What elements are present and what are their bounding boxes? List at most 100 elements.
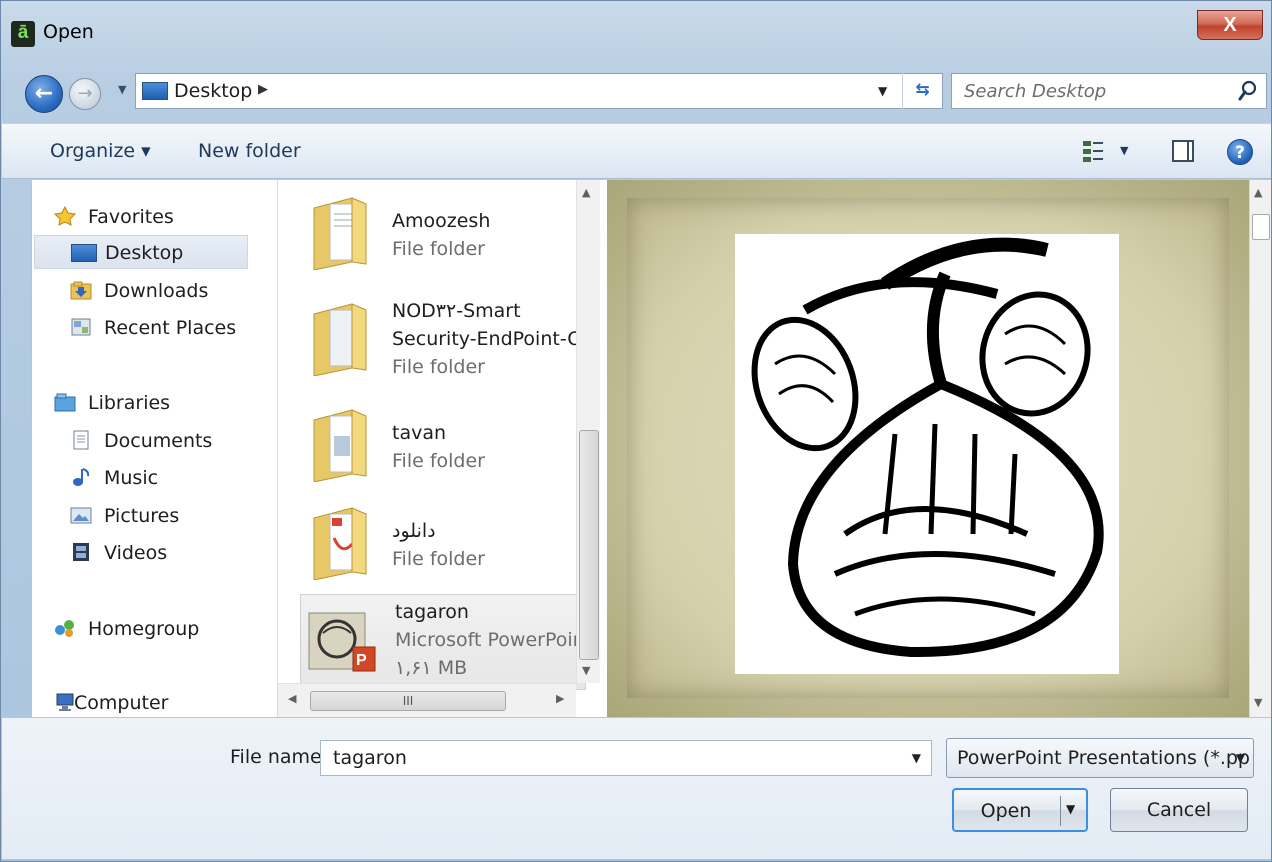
view-options-icon[interactable]: [1082, 139, 1104, 163]
libraries-icon: [54, 393, 76, 412]
list-item[interactable]: NOD۳۲-Smart Security-EndPoint-Of File fo…: [298, 286, 589, 382]
organize-button[interactable]: Organize ▾: [50, 140, 151, 162]
back-button[interactable]: ←: [25, 75, 63, 113]
open-button[interactable]: Open ▼: [952, 788, 1088, 832]
search-input[interactable]: [962, 78, 1222, 104]
list-item[interactable]: P tagaron Microsoft PowerPoint ۱,۶۱ MB: [300, 594, 592, 690]
desktop-icon: [71, 244, 97, 262]
file-size: ۱,۶۱ MB: [395, 657, 468, 679]
scroll-down-icon[interactable]: ▼: [1254, 696, 1262, 709]
sidebar-item-recent-places[interactable]: Recent Places: [34, 311, 248, 345]
breadcrumb-desktop[interactable]: Desktop: [174, 80, 252, 102]
sidebar-item-label: Homegroup: [88, 618, 200, 640]
scroll-thumb[interactable]: III: [310, 691, 506, 711]
preview-pane-toggle-icon[interactable]: [1172, 140, 1194, 162]
sidebar-item-downloads[interactable]: Downloads: [34, 274, 248, 308]
close-button[interactable]: X: [1197, 10, 1263, 40]
sidebar-item-label: Downloads: [104, 280, 209, 302]
file-list: Amoozesh File folder NOD۳۲-Smart Securit…: [277, 180, 607, 717]
navigation-pane: Favorites Desktop Downloads Recent Place…: [31, 180, 277, 717]
file-name-input[interactable]: [331, 746, 891, 770]
sidebar-item-music[interactable]: Music: [34, 461, 248, 495]
dialog-title: Open: [43, 21, 94, 43]
app-icon: ā: [11, 21, 35, 47]
recent-places-icon: [71, 318, 91, 336]
music-icon: [73, 468, 90, 486]
help-icon[interactable]: ?: [1227, 139, 1253, 165]
scroll-up-icon[interactable]: ▲: [582, 186, 590, 199]
address-bar[interactable]: Desktop ▶ ▼ ⇆: [135, 73, 943, 109]
pictures-icon: [70, 507, 92, 524]
arrow-right-icon: →: [77, 83, 93, 104]
file-name: tagaron: [395, 601, 469, 623]
recent-pages-dropdown[interactable]: ▼: [118, 83, 132, 99]
list-item[interactable]: دانلود File folder: [298, 490, 576, 586]
title-bar: ā Open X: [1, 1, 1271, 65]
file-name: tavan: [392, 422, 447, 444]
sidebar-item-label: Recent Places: [104, 317, 237, 339]
powerpoint-file-icon: P: [308, 612, 376, 672]
open-options-dropdown[interactable]: ▼: [1066, 802, 1075, 816]
file-list-hscrollbar[interactable]: ◀ III ▶: [278, 683, 576, 717]
split-divider: [1060, 796, 1061, 826]
preview-scrollbar[interactable]: ▲ ▼: [1249, 180, 1271, 717]
sidebar-item-documents[interactable]: Documents: [34, 424, 248, 458]
sidebar-item-libraries[interactable]: Libraries: [50, 386, 264, 420]
scroll-thumb[interactable]: [579, 430, 599, 660]
new-folder-button[interactable]: New folder: [198, 140, 301, 162]
chevron-down-icon[interactable]: ▼: [878, 84, 887, 98]
sidebar-item-favorites[interactable]: Favorites: [50, 200, 264, 234]
open-button-label: Open: [980, 800, 1032, 822]
arrow-left-icon: ←: [34, 81, 54, 106]
folder-icon: [313, 507, 367, 580]
folder-icon: [313, 197, 367, 270]
sidebar-item-computer[interactable]: Computer: [50, 686, 264, 717]
search-icon[interactable]: [1238, 80, 1258, 102]
forward-button[interactable]: →: [69, 78, 101, 110]
file-type: Microsoft PowerPoint: [395, 629, 593, 651]
sidebar-item-homegroup[interactable]: Homegroup: [50, 612, 264, 646]
file-list-scrollbar[interactable]: ▲ ▼: [576, 180, 600, 683]
sidebar-item-desktop[interactable]: Desktop: [34, 235, 248, 269]
preview-pane: [607, 180, 1249, 717]
file-name-combo[interactable]: ▼: [320, 740, 932, 776]
sidebar-item-pictures[interactable]: Pictures: [34, 499, 248, 533]
file-type: File folder: [392, 450, 485, 472]
scroll-thumb[interactable]: [1252, 214, 1270, 240]
sidebar-item-label: Favorites: [88, 206, 174, 228]
scroll-left-icon[interactable]: ◀: [288, 692, 296, 705]
scroll-up-icon[interactable]: ▲: [1254, 186, 1262, 199]
chevron-down-icon: ▼: [1235, 751, 1245, 765]
file-type: File folder: [392, 548, 485, 570]
open-dialog: ā Open X ← → ▼ Desktop ▶ ▼ ⇆ Organize ▾ …: [0, 0, 1272, 862]
folder-icon: [313, 409, 367, 482]
view-options-dropdown[interactable]: ▼: [1120, 144, 1128, 157]
sidebar-item-label: Videos: [104, 542, 168, 564]
file-type: File folder: [392, 238, 485, 260]
file-name-label: File name:: [230, 746, 329, 768]
cancel-button[interactable]: Cancel: [1110, 788, 1248, 832]
chevron-right-icon[interactable]: ▶: [258, 82, 268, 97]
desktop-icon: [142, 82, 168, 100]
search-box[interactable]: [951, 73, 1267, 109]
svg-text:P: P: [356, 652, 367, 669]
chevron-down-icon[interactable]: ▼: [912, 751, 921, 765]
scroll-right-icon[interactable]: ▶: [556, 692, 564, 705]
computer-icon: [56, 693, 74, 711]
cancel-button-label: Cancel: [1146, 799, 1212, 821]
file-name: دانلود: [392, 520, 436, 542]
list-item[interactable]: tavan File folder: [298, 392, 576, 488]
file-type-value: PowerPoint Presentations (*.pp: [957, 747, 1250, 769]
scroll-down-icon[interactable]: ▼: [582, 664, 590, 677]
refresh-button[interactable]: ⇆: [902, 73, 942, 109]
sidebar-item-label: Pictures: [104, 505, 180, 527]
file-type-select[interactable]: PowerPoint Presentations (*.pp ▼: [946, 738, 1254, 778]
list-item[interactable]: Amoozesh File folder: [298, 180, 576, 276]
calligraphy-preview-image: [735, 234, 1119, 674]
sidebar-item-videos[interactable]: Videos: [34, 536, 248, 570]
downloads-folder-icon: [70, 281, 92, 300]
sidebar-item-label: Libraries: [88, 392, 171, 414]
sidebar-item-label: Computer: [74, 692, 169, 714]
sidebar-item-label: Music: [104, 467, 159, 489]
star-icon: [54, 206, 76, 226]
